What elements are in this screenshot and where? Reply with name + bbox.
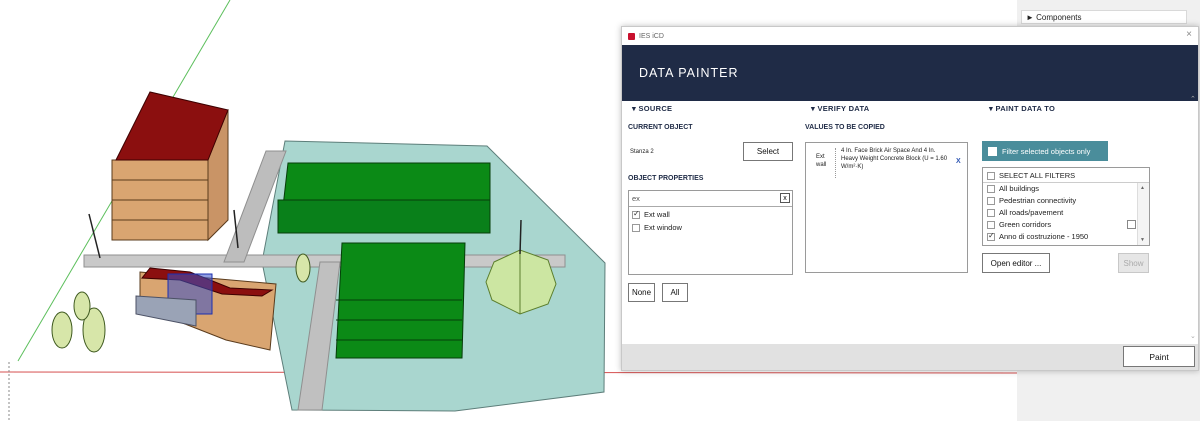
checkbox-checked-icon[interactable] (987, 231, 995, 242)
checkbox-unchecked-icon[interactable] (988, 146, 997, 156)
filter-item[interactable]: All roads/pavement (987, 208, 1064, 218)
checkbox-unchecked-icon[interactable] (987, 221, 995, 230)
checkbox-unchecked-icon[interactable] (987, 197, 995, 206)
current-object-label: CURRENT OBJECT (628, 124, 693, 131)
value-row-key-line1: Ext (816, 154, 825, 160)
tall-building-roof (115, 91, 229, 161)
filters-list: SELECT ALL FILTERS All buildings Pedestr… (982, 167, 1150, 246)
none-button[interactable]: None (628, 283, 655, 302)
property-ext-window[interactable]: Ext window (632, 223, 682, 233)
values-to-be-copied-panel: Ext wall 4 In. Face Brick Air Space And … (805, 142, 968, 273)
dialog-banner: DATA PAINTER (622, 45, 1198, 101)
clear-filter-button[interactable]: x (780, 193, 790, 203)
value-row-key-line2: wall (816, 162, 827, 168)
checkbox-unchecked-icon[interactable] (987, 209, 995, 218)
list-checkbox-icon[interactable] (1127, 220, 1136, 229)
conifer-3 (73, 291, 91, 321)
checkbox-checked-icon[interactable] (632, 209, 640, 220)
scroll-up-icon[interactable]: ▲ (1140, 185, 1145, 191)
components-panel-tab[interactable]: ► Components (1021, 10, 1187, 24)
checkbox-unchecked-icon[interactable] (632, 224, 640, 233)
value-row-text: 4 In. Face Brick Air Space And 4 In. Hea… (841, 148, 948, 170)
dialog-scrollbar[interactable]: ⌃ ⌄ (1189, 93, 1198, 344)
properties-filter-input[interactable]: ex (632, 194, 640, 203)
filter-item-label: All roads/pavement (999, 208, 1064, 217)
all-button[interactable]: All (662, 283, 688, 302)
select-button[interactable]: Select (743, 142, 793, 161)
paint-data-to-heading[interactable]: ▾ PAINT DATA TO (989, 104, 1055, 113)
filter-selected-label: Filter selected objects only (1002, 146, 1091, 156)
remove-value-icon[interactable]: X (956, 158, 961, 165)
chevron-down-icon[interactable]: ⌄ (1190, 332, 1196, 340)
checkbox-unchecked-icon[interactable] (987, 172, 995, 181)
source-heading[interactable]: ▾ SOURCE (632, 104, 672, 113)
current-object-value: Stanza 2 (630, 149, 654, 155)
filter-item-label: Green corridors (999, 220, 1052, 229)
checkbox-unchecked-icon[interactable] (987, 185, 995, 194)
chevron-up-icon[interactable]: ⌃ (1190, 95, 1196, 103)
filter-item-label: Pedestrian connectivity (999, 196, 1077, 205)
properties-filter-box: ex x (629, 191, 792, 207)
close-icon[interactable]: × (1186, 29, 1192, 40)
conifer-4 (295, 253, 311, 283)
filter-item-label: All buildings (999, 184, 1040, 193)
paint-button[interactable]: Paint (1123, 346, 1195, 367)
values-to-be-copied-label: VALUES TO BE COPIED (805, 124, 885, 131)
conifer-1 (51, 311, 73, 349)
filter-item[interactable]: All buildings (987, 184, 1040, 194)
filter-selected-objects-toggle[interactable]: Filter selected objects only (982, 141, 1108, 161)
value-row-key: Ext wall (816, 153, 826, 169)
dialog-titlebar: IES iCD × (622, 27, 1198, 45)
green-building-top-side (277, 199, 491, 234)
select-all-filters-label: SELECT ALL FILTERS (999, 171, 1076, 180)
filter-item[interactable]: Anno di costruzione - 1950 (987, 231, 1089, 242)
show-button[interactable]: Show (1118, 253, 1149, 273)
open-editor-button[interactable]: Open editor ... (982, 253, 1050, 273)
property-label: Ext window (644, 223, 682, 232)
filter-item-label: Anno di costruzione - 1950 (999, 232, 1089, 241)
filter-item[interactable]: Pedestrian connectivity (987, 196, 1077, 206)
dialog-footer: Paint (622, 344, 1198, 370)
object-properties-label: OBJECT PROPERTIES (628, 175, 704, 182)
property-label: Ext wall (644, 210, 670, 219)
data-painter-dialog: IES iCD × DATA PAINTER ▾ SOURCE CURRENT … (621, 26, 1199, 371)
scroll-down-icon[interactable]: ▼ (1140, 237, 1145, 243)
filters-scrollbar[interactable]: ▲ ▼ (1137, 183, 1149, 245)
banner-title: DATA PAINTER (639, 66, 739, 80)
filter-item[interactable]: Green corridors (987, 220, 1052, 230)
window-title: IES iCD (639, 32, 664, 40)
property-ext-wall[interactable]: Ext wall (632, 209, 670, 220)
sketchup-logo-icon (628, 32, 635, 40)
object-properties-panel: ex x Ext wall Ext window (628, 190, 793, 275)
select-all-filters[interactable]: SELECT ALL FILTERS (987, 171, 1076, 181)
verify-data-heading[interactable]: ▾ VERIFY DATA (811, 104, 870, 113)
